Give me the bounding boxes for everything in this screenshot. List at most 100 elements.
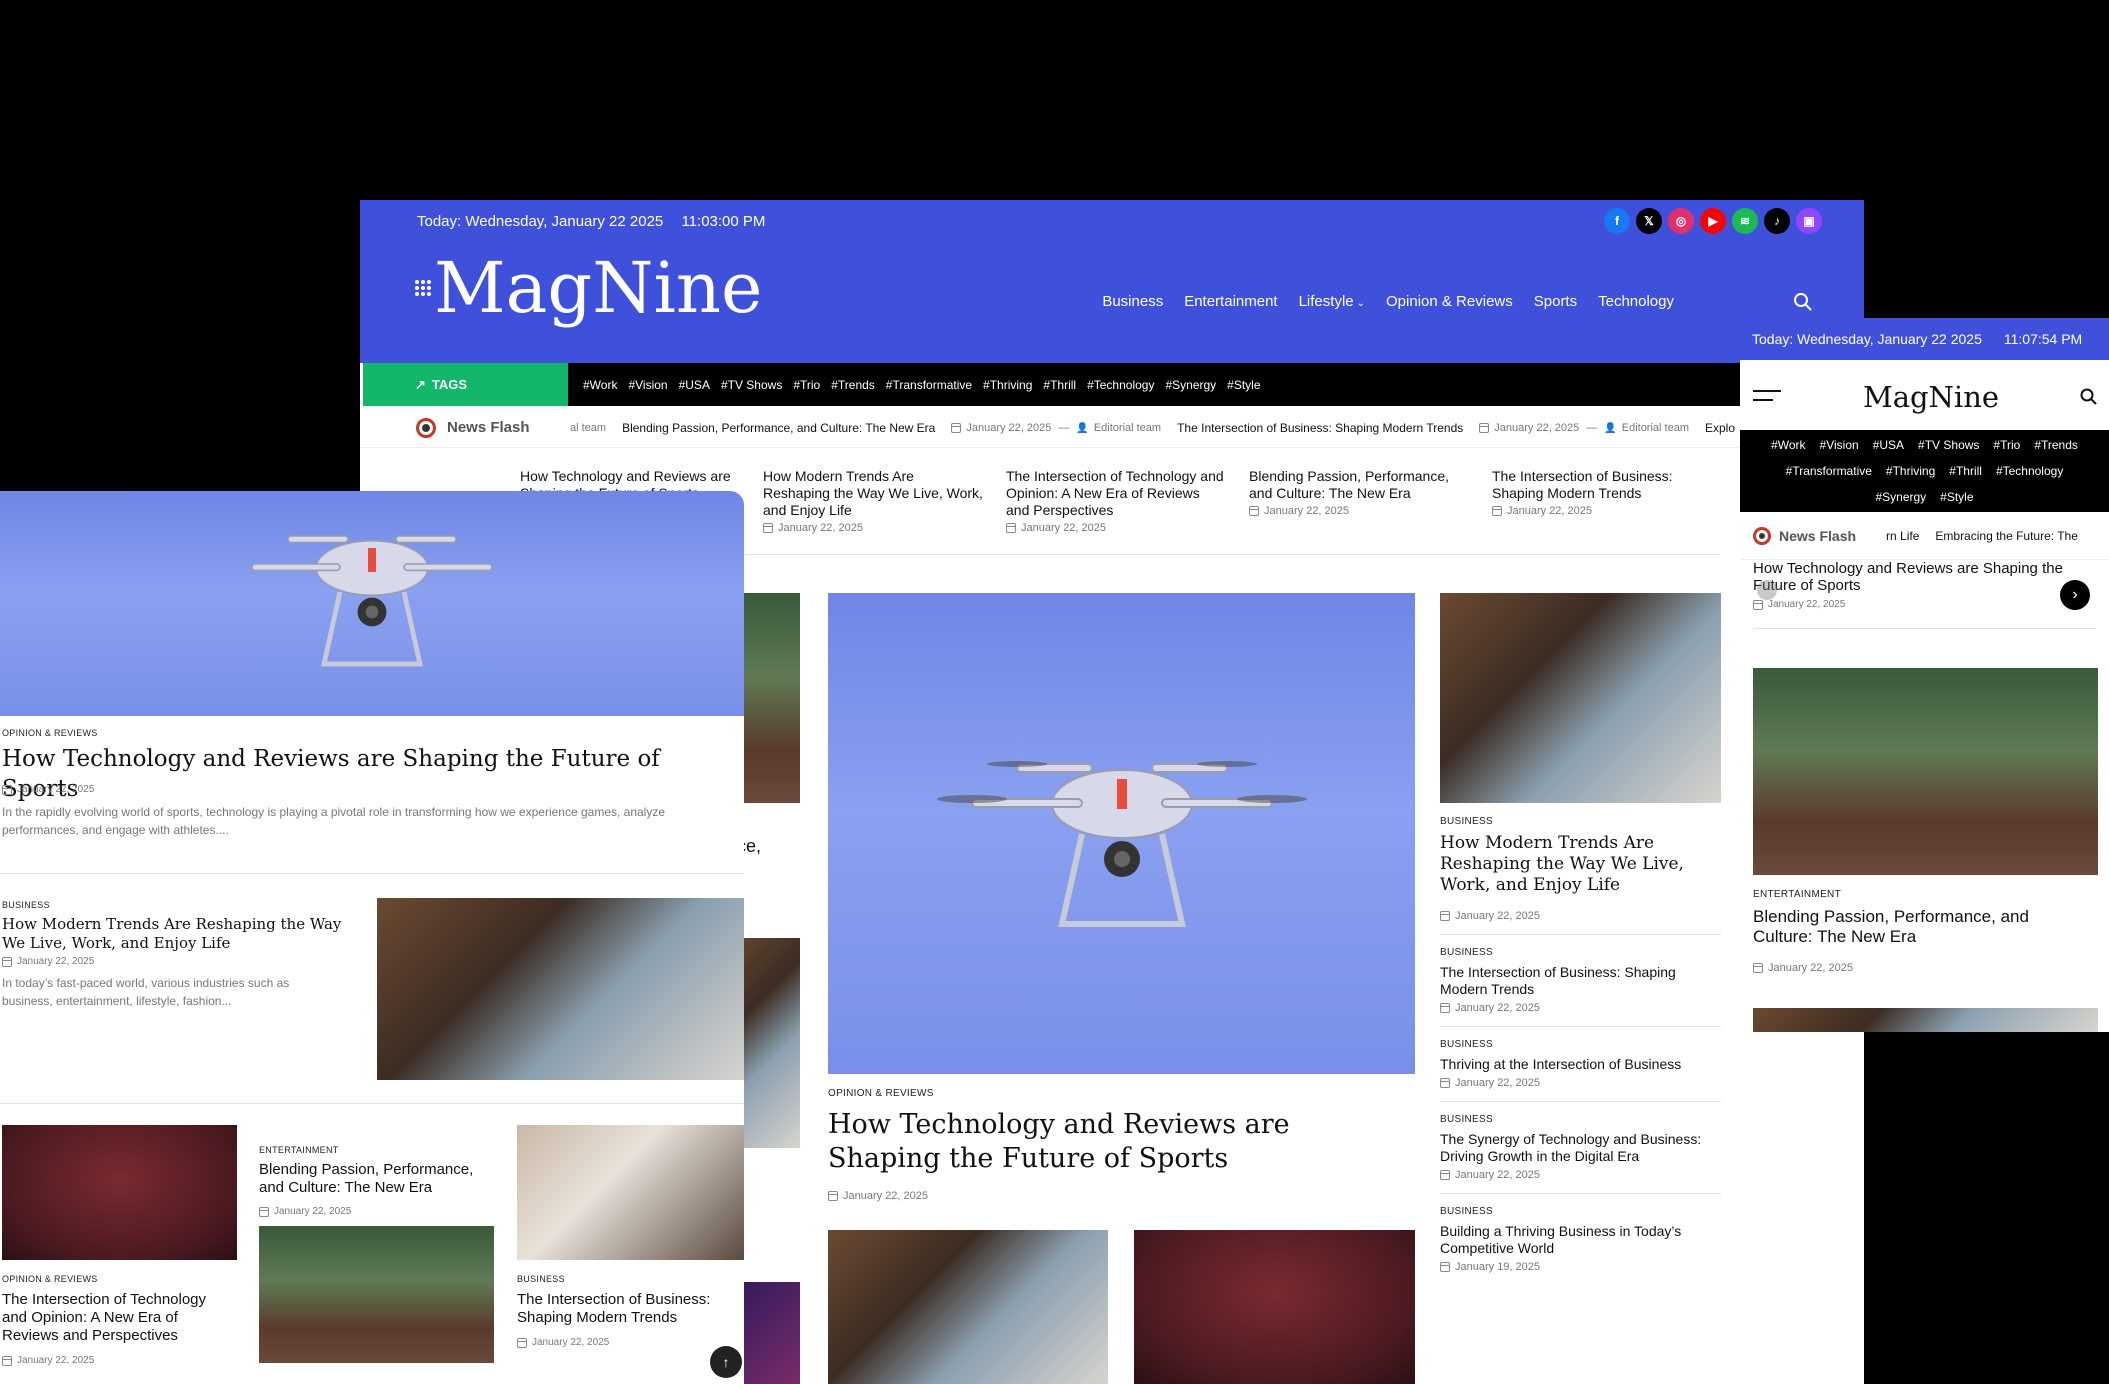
nav-item[interactable]: Business	[1102, 293, 1163, 310]
nav-item[interactable]: Technology	[1598, 293, 1674, 310]
tag-link[interactable]: #Technology	[1087, 378, 1154, 392]
sidebar-item[interactable]: BUSINESS The Intersection of Business: Sh…	[1440, 935, 1721, 1027]
grid-date: January 22, 2025	[2, 1355, 94, 1366]
sidebar-item[interactable]: BUSINESS How Modern Trends Are Reshaping …	[1440, 816, 1721, 935]
featured-title[interactable]: How Technology and Reviews are Shaping t…	[828, 1108, 1388, 1176]
grid-menu-icon[interactable]	[415, 280, 431, 296]
calendar-icon	[1492, 506, 1502, 516]
tag-link[interactable]: #Trio	[793, 378, 820, 392]
carousel-item[interactable]: The Intersection of Technology and Opini…	[1006, 468, 1226, 534]
card-image[interactable]	[1753, 668, 2098, 875]
carousel-title[interactable]: Blending Passion, Performance, and Cultu…	[1249, 468, 1469, 502]
spotify-icon[interactable]: ≋	[1732, 208, 1758, 234]
featured-image[interactable]	[828, 593, 1415, 1074]
ticker-link[interactable]: The Intersection of Business: Shaping Mo…	[1177, 421, 1463, 435]
nav-item[interactable]: Opinion & Reviews	[1386, 293, 1513, 310]
tag-link[interactable]: #Thriving	[1886, 464, 1935, 478]
hamburger-menu-icon[interactable]	[1753, 390, 1781, 404]
sidebar-category[interactable]: BUSINESS	[1440, 947, 1721, 958]
sidebar-title[interactable]: How Modern Trends Are Reshaping the Way …	[1440, 833, 1721, 896]
grid-image[interactable]	[517, 1125, 744, 1260]
instagram-icon[interactable]: ◎	[1668, 208, 1694, 234]
carousel-title[interactable]: The Intersection of Business: Shaping Mo…	[1492, 468, 1712, 502]
carousel-item[interactable]: Blending Passion, Performance, and Cultu…	[1249, 468, 1469, 517]
tag-link[interactable]: #Style	[1227, 378, 1260, 392]
second-image[interactable]	[377, 898, 744, 1080]
ticker-link[interactable]: Blending Passion, Performance, and Cultu…	[622, 421, 935, 435]
tag-link[interactable]: #Work	[1771, 438, 1805, 452]
tag-link[interactable]: #Thrill	[1043, 378, 1076, 392]
grid-category[interactable]: ENTERTAINMENT	[259, 1145, 339, 1155]
grid-title[interactable]: The Intersection of Technology and Opini…	[2, 1291, 232, 1345]
nav-item[interactable]: Sports	[1534, 293, 1577, 310]
sidebar-category[interactable]: BUSINESS	[1440, 1039, 1721, 1050]
tag-link[interactable]: #Trio	[1993, 438, 2020, 452]
carousel-item[interactable]: How Modern Trends Are Reshaping the Way …	[763, 468, 983, 534]
facebook-icon[interactable]: f	[1604, 208, 1630, 234]
prev-arrow-icon[interactable]	[1757, 580, 1777, 600]
hero-title[interactable]: How Technology and Reviews are Shaping t…	[2, 744, 722, 804]
tag-link[interactable]: #Technology	[1996, 464, 2063, 478]
next-arrow-button[interactable]: ›	[2060, 580, 2090, 610]
nav-item[interactable]: Entertainment	[1184, 293, 1277, 310]
tag-link[interactable]: #Trends	[2034, 438, 2078, 452]
search-icon[interactable]	[2080, 388, 2098, 406]
carousel-title[interactable]: How Modern Trends Are Reshaping the Way …	[763, 468, 983, 519]
grid-image[interactable]	[259, 1226, 494, 1363]
tag-link[interactable]: #USA	[1873, 438, 1904, 452]
sidebar-title[interactable]: Thriving at the Intersection of Business	[1440, 1056, 1721, 1073]
grid-title[interactable]: The Intersection of Business: Shaping Mo…	[517, 1291, 737, 1327]
carousel-item[interactable]: The Intersection of Business: Shaping Mo…	[1492, 468, 1712, 517]
sidebar-category[interactable]: BUSINESS	[1440, 816, 1721, 827]
grid-image[interactable]	[2, 1125, 237, 1260]
tag-link[interactable]: #Thriving	[983, 378, 1032, 392]
tag-link[interactable]: #Thrill	[1949, 464, 1982, 478]
tag-link[interactable]: #Trends	[831, 378, 875, 392]
hero-category[interactable]: OPINION & REVIEWS	[2, 728, 98, 738]
sidebar-title[interactable]: The Synergy of Technology and Business: …	[1440, 1131, 1721, 1165]
tag-link[interactable]: #Synergy	[1165, 378, 1216, 392]
twitch-icon[interactable]: ▣	[1796, 208, 1822, 234]
tag-link[interactable]: #Transformative	[886, 378, 972, 392]
tag-link[interactable]: #TV Shows	[721, 378, 782, 392]
slide-title[interactable]: How Technology and Reviews are Shaping t…	[1753, 560, 2073, 594]
featured-category[interactable]: OPINION & REVIEWS	[828, 1088, 934, 1099]
tag-link[interactable]: #Style	[1940, 490, 1973, 504]
sidebar-category[interactable]: BUSINESS	[1440, 1206, 1721, 1217]
article-image[interactable]	[1134, 1230, 1415, 1384]
second-category[interactable]: BUSINESS	[2, 900, 50, 910]
hero-image[interactable]	[0, 491, 744, 716]
tag-link[interactable]: #Vision	[628, 378, 667, 392]
article-image[interactable]	[828, 1230, 1108, 1384]
x-icon[interactable]: 𝕏	[1636, 208, 1662, 234]
sidebar-title[interactable]: The Intersection of Business: Shaping Mo…	[1440, 964, 1721, 998]
tag-link[interactable]: #Work	[583, 378, 617, 392]
sidebar-image[interactable]	[1440, 593, 1721, 803]
mobile-logo[interactable]: MagNine	[1863, 380, 1999, 414]
nav-item[interactable]: Lifestyle ⌄	[1299, 293, 1365, 310]
tag-link[interactable]: #TV Shows	[1918, 438, 1979, 452]
grid-title[interactable]: Blending Passion, Performance, and Cultu…	[259, 1161, 489, 1197]
sidebar-item[interactable]: BUSINESS Thriving at the Intersection of …	[1440, 1027, 1721, 1102]
sidebar-item[interactable]: BUSINESS Building a Thriving Business in …	[1440, 1194, 1721, 1285]
site-logo[interactable]: MagNine	[434, 248, 762, 328]
sidebar-date: January 22, 2025	[1440, 1169, 1721, 1181]
carousel-title[interactable]: The Intersection of Technology and Opini…	[1006, 468, 1226, 519]
grid-category[interactable]: OPINION & REVIEWS	[2, 1274, 98, 1284]
youtube-icon[interactable]: ▶	[1700, 208, 1726, 234]
sidebar-item[interactable]: BUSINESS The Synergy of Technology and Bu…	[1440, 1102, 1721, 1194]
tag-link[interactable]: #Synergy	[1875, 490, 1926, 504]
sidebar-category[interactable]: BUSINESS	[1440, 1114, 1721, 1125]
card-category[interactable]: ENTERTAINMENT	[1753, 889, 1841, 900]
tiktok-icon[interactable]: ♪	[1764, 208, 1790, 234]
tag-link[interactable]: #Vision	[1820, 438, 1859, 452]
grid-category[interactable]: BUSINESS	[517, 1274, 565, 1284]
card-image[interactable]	[1753, 1008, 2098, 1032]
tag-link[interactable]: #Transformative	[1786, 464, 1872, 478]
second-title[interactable]: How Modern Trends Are Reshaping the Way …	[2, 915, 362, 953]
sidebar-title[interactable]: Building a Thriving Business in Today’s …	[1440, 1223, 1721, 1257]
card-title[interactable]: Blending Passion, Performance, and Cultu…	[1753, 907, 2083, 947]
scroll-top-button[interactable]: ↑	[710, 1346, 742, 1378]
search-icon[interactable]	[1793, 292, 1813, 312]
tag-link[interactable]: #USA	[679, 378, 710, 392]
